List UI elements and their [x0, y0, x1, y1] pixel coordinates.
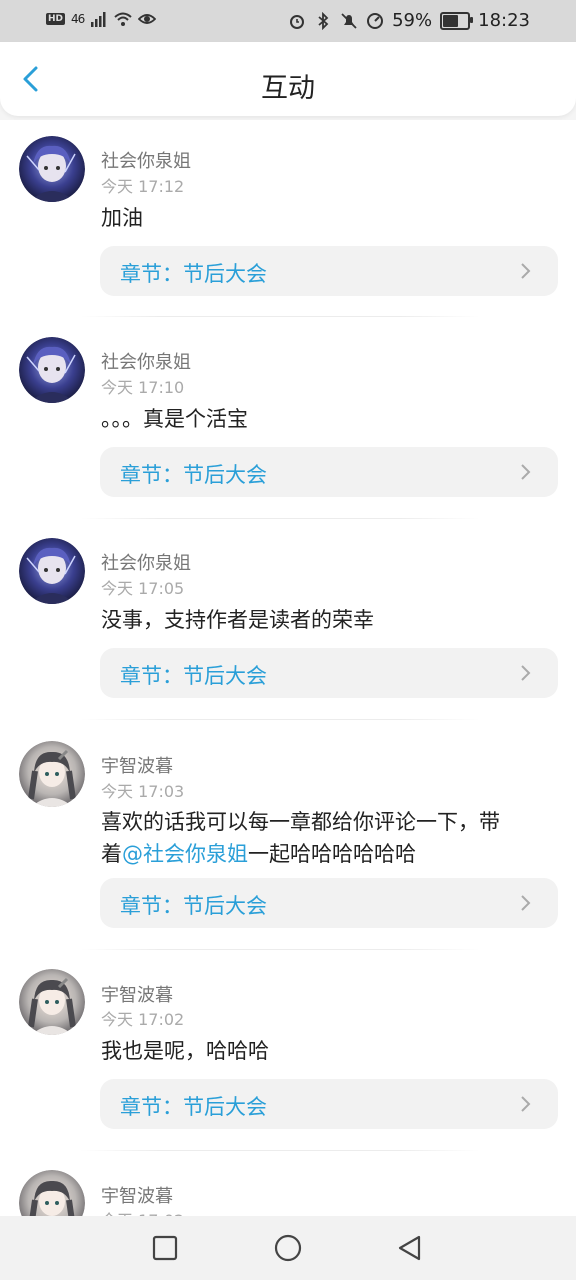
chapter-link[interactable]: 章节：节后大会	[100, 1079, 558, 1129]
avatar[interactable]	[19, 969, 85, 1035]
interaction-list[interactable]: 社会你泉姐 今天 17:12 加油 章节：节后大会 社会你泉姐 今天 17:10…	[0, 120, 576, 1216]
chevron-right-icon	[521, 1096, 531, 1112]
battery-level	[443, 14, 459, 27]
chapter-label: 章节：节后大会	[120, 1095, 267, 1119]
chapter-link[interactable]: 章节：节后大会	[100, 447, 558, 497]
bluetooth-icon	[318, 11, 329, 30]
timestamp: 今天 17:03	[101, 782, 185, 801]
avatar[interactable]	[19, 337, 85, 403]
chapter-label: 章节：节后大会	[120, 262, 267, 286]
status-right: 59% 18:23	[288, 10, 530, 31]
divider	[80, 316, 480, 317]
list-item: 社会你泉姐 今天 17:10 。。。真是个活宝 章节：节后大会	[0, 321, 576, 521]
timestamp: 今天 17:12	[101, 177, 185, 196]
chevron-right-icon	[521, 263, 531, 279]
user-name[interactable]: 宇智波暮	[101, 981, 173, 1007]
circle-nav-icon[interactable]	[274, 1234, 302, 1262]
user-name[interactable]: 宇智波暮	[101, 1182, 173, 1208]
comment-line: 着@社会你泉姐一起哈哈哈哈哈哈	[101, 838, 556, 870]
battery-percent: 59%	[392, 10, 433, 31]
list-item: 宇智波暮 今天 17:02 我也是呢，哈哈哈 章节：节后大会	[0, 952, 576, 1152]
alarm-icon	[290, 14, 305, 29]
chapter-link[interactable]: 章节：节后大会	[100, 246, 558, 296]
comment-text: 加油	[101, 206, 143, 230]
avatar[interactable]	[19, 538, 85, 604]
chapter-link[interactable]: 章节：节后大会	[100, 648, 558, 698]
timestamp: 今天 17:02	[101, 1207, 184, 1216]
timestamp: 今天 17:10	[101, 378, 185, 397]
status-bar: HD 46 59% 18:23	[0, 0, 576, 42]
user-name[interactable]: 社会你泉姐	[101, 348, 191, 374]
page-title: 互动	[261, 73, 315, 104]
hd-badge: HD	[46, 13, 66, 25]
square-nav-icon[interactable]	[151, 1234, 179, 1262]
signal-icon	[91, 12, 106, 27]
comment-text-segment: 着	[101, 842, 122, 866]
divider	[80, 1150, 480, 1151]
chevron-right-icon	[521, 464, 531, 480]
comment-line: 喜欢的话我可以每一章都给你评论一下，带	[101, 810, 500, 834]
speed-icon	[367, 12, 384, 29]
wifi-icon	[114, 12, 132, 26]
divider	[80, 949, 480, 950]
user-name[interactable]: 社会你泉姐	[101, 549, 191, 575]
user-name[interactable]: 社会你泉姐	[101, 147, 191, 173]
network-label: 46	[71, 12, 85, 26]
chapter-label: 章节：节后大会	[120, 463, 267, 487]
chevron-right-icon	[521, 665, 531, 681]
chapter-label: 章节：节后大会	[120, 894, 267, 918]
status-left: HD 46	[46, 10, 157, 28]
triangle-back-nav-icon[interactable]	[396, 1234, 424, 1262]
timestamp: 今天 17:05	[101, 579, 185, 598]
mute-icon	[341, 12, 357, 29]
list-item: 社会你泉姐 今天 17:05 没事，支持作者是读者的荣幸 章节：节后大会	[0, 522, 576, 722]
chapter-label: 章节：节后大会	[120, 664, 267, 688]
system-nav-bar	[0, 1216, 576, 1280]
timestamp: 今天 17:02	[101, 1010, 185, 1029]
list-item: 宇智波暮 今天 17:02	[0, 1153, 576, 1216]
divider	[80, 719, 480, 720]
list-item: 社会你泉姐 今天 17:12 加油 章节：节后大会	[0, 120, 576, 320]
comment-text-segment: 一起哈哈哈哈哈哈	[248, 842, 416, 866]
eye-icon	[138, 14, 157, 24]
comment-text: 我也是呢，哈哈哈	[101, 1039, 269, 1063]
user-name[interactable]: 宇智波暮	[101, 752, 173, 778]
comment-text: 没事，支持作者是读者的荣幸	[101, 608, 374, 632]
avatar[interactable]	[19, 741, 85, 807]
chevron-right-icon	[521, 895, 531, 911]
avatar[interactable]	[19, 136, 85, 202]
chapter-link[interactable]: 章节：节后大会	[100, 878, 558, 928]
avatar[interactable]	[19, 1170, 85, 1216]
divider	[80, 518, 480, 519]
comment-text: 。。。真是个活宝	[101, 407, 248, 431]
comment-text: 喜欢的话我可以每一章都给你评论一下，带 着@社会你泉姐一起哈哈哈哈哈哈	[101, 806, 556, 870]
clock: 18:23	[478, 10, 530, 31]
battery-icon	[440, 11, 474, 30]
top-bar: 互动	[0, 42, 576, 116]
mention-link[interactable]: @社会你泉姐	[122, 842, 248, 866]
list-item: 宇智波暮 今天 17:03 喜欢的话我可以每一章都给你评论一下，带 着@社会你泉…	[0, 723, 576, 951]
